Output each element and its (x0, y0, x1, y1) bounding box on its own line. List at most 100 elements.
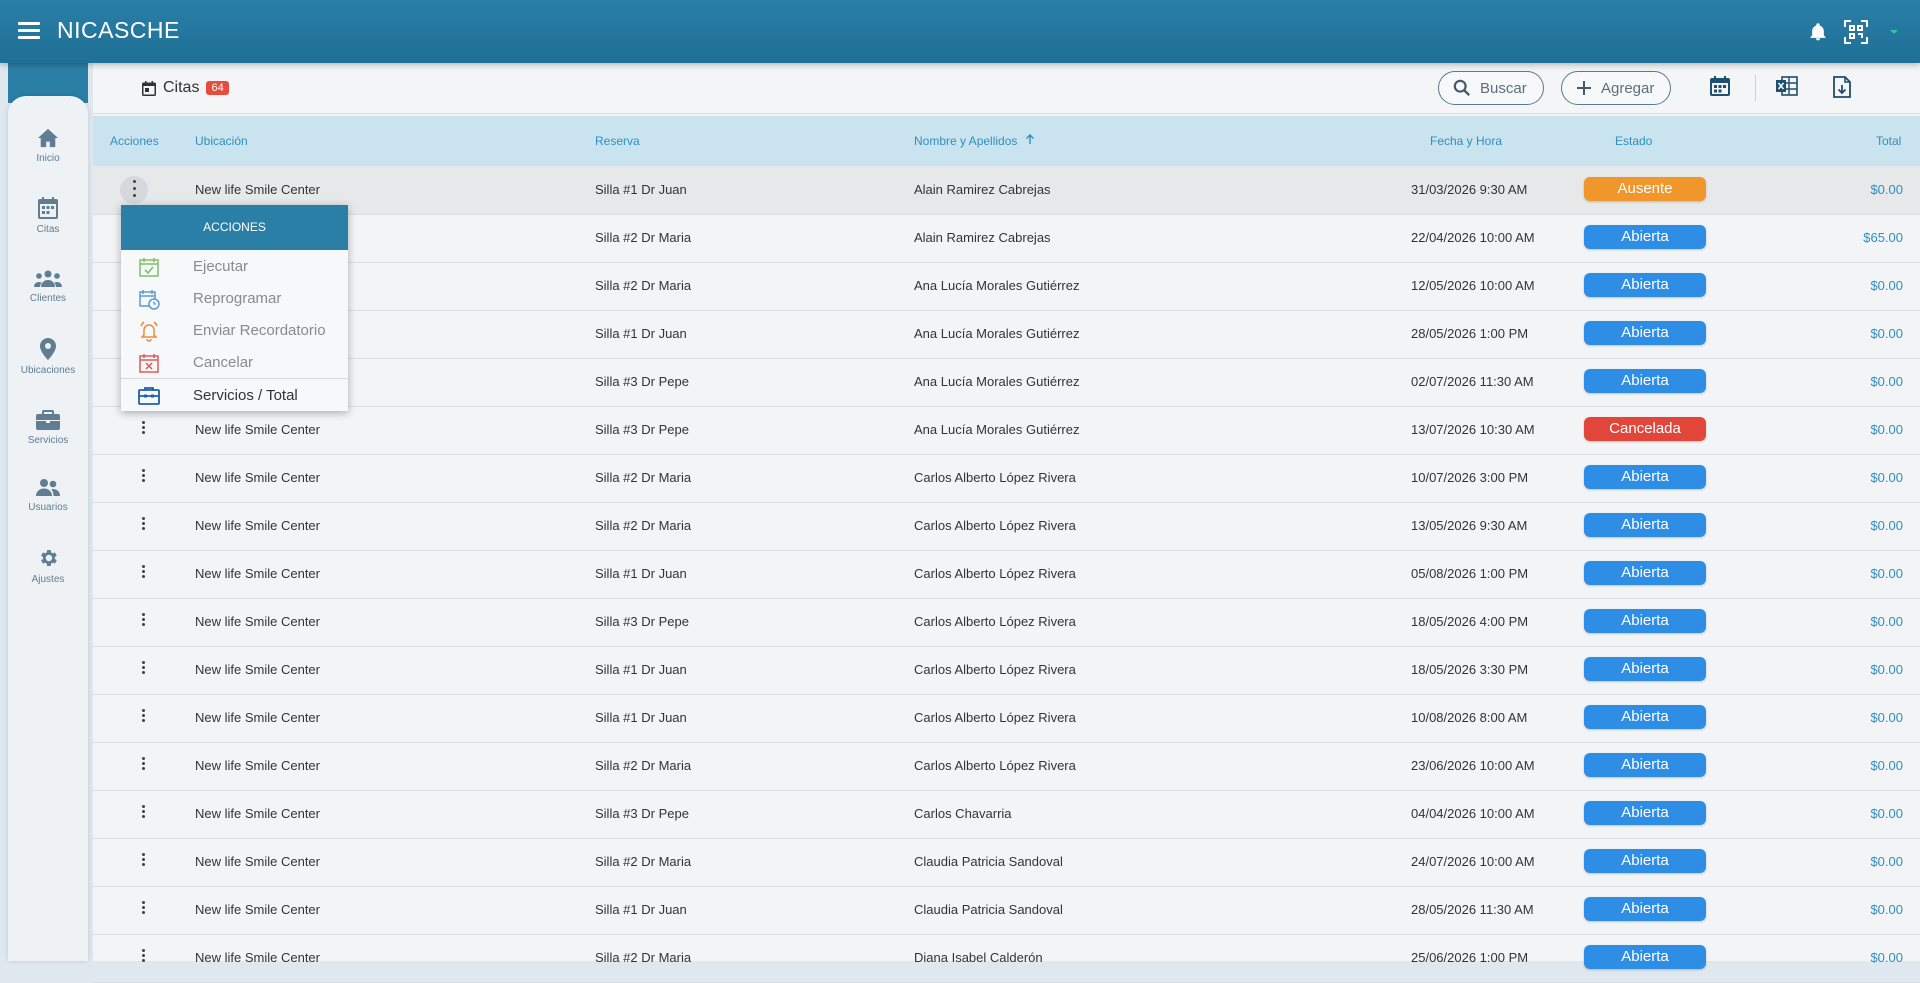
table-row[interactable]: New life Smile Center Silla #1 Dr Juan Cla… (93, 886, 1920, 935)
cell-fecha: 12/05/2026 10:00 AM (1411, 278, 1535, 293)
search-icon (1453, 79, 1471, 97)
table-row[interactable]: New life Smile Center Silla #3 Dr Pepe Car… (93, 598, 1920, 647)
cell-fecha: 10/07/2026 3:00 PM (1411, 470, 1529, 485)
status-badge: Abierta (1584, 321, 1706, 345)
sidebar-item-label: Usuarios (28, 502, 68, 513)
cell-fecha: 18/05/2026 3:30 PM (1411, 662, 1529, 677)
sidebar-item-clientes[interactable]: Clientes (8, 270, 88, 304)
menu-item-enviar-recordatorio[interactable]: Enviar Recordatorio (121, 314, 348, 346)
page-title-group: Citas 64 (142, 79, 229, 97)
briefcase-icon (36, 410, 60, 430)
sidebar-item-label: Citas (36, 224, 60, 235)
account-dropdown-icon[interactable] (1880, 18, 1908, 46)
status-badge: Abierta (1584, 849, 1706, 873)
row-actions-kebab-icon[interactable] (133, 851, 153, 873)
sidebar-item-citas[interactable]: Citas (8, 197, 88, 235)
cell-ubicacion: New life Smile Center (195, 422, 320, 437)
sidebar-item-ubicaciones[interactable]: Ubicaciones (8, 338, 88, 376)
cell-ubicacion: New life Smile Center (195, 470, 320, 485)
status-badge: Abierta (1584, 897, 1706, 921)
table-row[interactable]: New life Smile Center Silla #2 Dr Maria Ca… (93, 742, 1920, 791)
document-export-icon[interactable] (1833, 76, 1859, 102)
sidebar-item-servicios[interactable]: Servicios (8, 410, 88, 446)
sidebar-item-inicio[interactable]: Inicio (8, 128, 88, 164)
cell-reserva: Silla #3 Dr Pepe (595, 422, 689, 437)
toolbar-divider (1755, 75, 1756, 101)
row-actions-kebab-icon[interactable] (133, 611, 153, 633)
cell-fecha: 10/08/2026 8:00 AM (1411, 710, 1528, 725)
cell-total: $0.00 (1870, 566, 1903, 581)
row-actions-kebab-icon[interactable] (120, 176, 148, 204)
cell-nombre: Carlos Alberto López Rivera (914, 758, 1076, 773)
col-header-acciones[interactable]: Acciones (110, 134, 159, 148)
table-row[interactable]: New life Smile Center Silla #1 Dr Juan Car… (93, 646, 1920, 695)
table-row[interactable]: New life Smile CenterSilla #3 Dr PepeAna… (93, 358, 1920, 407)
row-actions-kebab-icon[interactable] (133, 419, 153, 441)
menu-item-ejecutar[interactable]: Ejecutar (121, 250, 348, 282)
col-header-estado[interactable]: Estado (1615, 134, 1652, 148)
cell-total: $0.00 (1870, 182, 1903, 197)
row-actions-kebab-icon[interactable] (133, 803, 153, 825)
calendar-x-icon (139, 354, 159, 373)
bell-icon[interactable] (1804, 18, 1832, 46)
row-actions-kebab-icon[interactable] (133, 659, 153, 681)
cell-nombre: Carlos Alberto López Rivera (914, 470, 1076, 485)
col-header-reserva[interactable]: Reserva (595, 134, 640, 148)
row-actions-kebab-icon[interactable] (133, 899, 153, 921)
cell-ubicacion: New life Smile Center (195, 950, 320, 965)
table-row[interactable]: New life Smile CenterSilla #2 Dr MariaAl… (93, 214, 1920, 263)
add-button[interactable]: Agregar (1561, 71, 1672, 105)
cell-fecha: 22/04/2026 10:00 AM (1411, 230, 1535, 245)
table-row[interactable]: New life Smile Center Silla #1 Dr Juan Car… (93, 694, 1920, 743)
row-actions-kebab-icon[interactable] (133, 947, 153, 969)
hamburger-menu-icon[interactable] (16, 19, 42, 43)
menu-item-servicios-total[interactable]: Servicios / Total (121, 379, 348, 411)
calendar-view-icon[interactable] (1710, 76, 1736, 102)
search-button[interactable]: Buscar (1438, 71, 1544, 105)
cell-ubicacion: New life Smile Center (195, 758, 320, 773)
sidebar-item-ajustes[interactable]: Ajustes (8, 547, 88, 585)
menu-item-reprogramar[interactable]: Reprogramar (121, 282, 348, 314)
cell-total: $0.00 (1870, 806, 1903, 821)
qr-code-icon[interactable] (1842, 18, 1870, 46)
row-actions-kebab-icon[interactable] (133, 563, 153, 585)
table-row[interactable]: New life Smile Center Silla #2 Dr Maria Ca… (93, 502, 1920, 551)
table-row[interactable]: New life Smile Center Silla #1 Dr Juan Ala… (93, 166, 1920, 215)
row-actions-kebab-icon[interactable] (133, 515, 153, 537)
menu-item-label: Servicios / Total (193, 387, 298, 404)
table-row[interactable]: New life Smile CenterSilla #1 Dr JuanAna… (93, 310, 1920, 359)
table-row[interactable]: New life Smile Center Silla #1 Dr Juan Car… (93, 550, 1920, 599)
table-row[interactable]: New life Smile Center Silla #3 Dr Pepe Car… (93, 790, 1920, 839)
row-actions-kebab-icon[interactable] (133, 467, 153, 489)
menu-item-cancelar[interactable]: Cancelar (121, 346, 348, 378)
row-actions-kebab-icon[interactable] (133, 707, 153, 729)
cell-nombre: Carlos Alberto López Rivera (914, 518, 1076, 533)
cell-nombre: Ana Lucía Morales Gutiérrez (914, 326, 1080, 341)
actions-dropdown-menu: ACCIONES Ejecutar Reprogramar Enviar Rec… (121, 205, 348, 411)
gear-icon (41, 550, 57, 566)
col-header-total[interactable]: Total (1876, 134, 1901, 148)
table-row[interactable]: New life Smile Center Silla #2 Dr Maria Ca… (93, 454, 1920, 503)
excel-export-icon[interactable] (1776, 76, 1802, 102)
cell-nombre: Alain Ramirez Cabrejas (914, 230, 1051, 245)
table-row[interactable]: New life Smile CenterSilla #2 Dr MariaAn… (93, 262, 1920, 311)
cell-fecha: 05/08/2026 1:00 PM (1411, 566, 1529, 581)
table-row[interactable]: New life Smile Center Silla #2 Dr Maria Cl… (93, 838, 1920, 887)
col-header-ubicacion[interactable]: Ubicación (195, 134, 248, 148)
cell-nombre: Ana Lucía Morales Gutiérrez (914, 374, 1080, 389)
table-row[interactable]: New life Smile CenterSilla #3 Dr PepeAna… (93, 406, 1920, 455)
cell-nombre: Carlos Alberto López Rivera (914, 662, 1076, 677)
table-row[interactable]: New life Smile Center Silla #2 Dr Maria Di… (93, 934, 1920, 983)
cell-ubicacion: New life Smile Center (195, 902, 320, 917)
cell-total: $0.00 (1870, 614, 1903, 629)
cell-total: $0.00 (1870, 278, 1903, 293)
col-header-nombre[interactable]: Nombre y Apellidos (914, 134, 1035, 148)
col-header-fecha[interactable]: Fecha y Hora (1430, 134, 1502, 148)
sidebar-item-usuarios[interactable]: Usuarios (8, 479, 88, 513)
main-content: Citas 64 Buscar Agregar Acciones Ubicaci… (93, 63, 1920, 983)
status-badge: Abierta (1584, 705, 1706, 729)
cell-nombre: Claudia Patricia Sandoval (914, 854, 1063, 869)
cell-total: $0.00 (1870, 710, 1903, 725)
status-badge: Abierta (1584, 753, 1706, 777)
row-actions-kebab-icon[interactable] (133, 755, 153, 777)
